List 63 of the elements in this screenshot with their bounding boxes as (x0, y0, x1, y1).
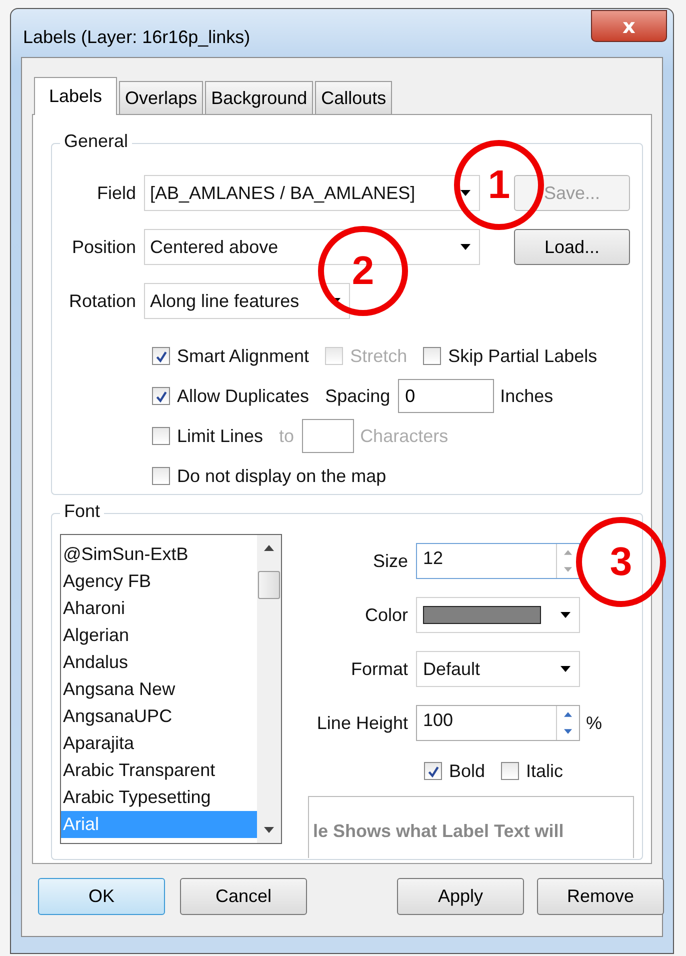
italic-checkbox[interactable]: Italic (501, 760, 564, 782)
caret-icon (560, 666, 571, 672)
tab[interactable]: Overlaps (119, 81, 204, 114)
position-label: Position (70, 236, 137, 258)
checkbox[interactable]: Smart Alignment (152, 346, 310, 366)
annotation-circle: 1 (454, 140, 544, 230)
scrollbar-thumb[interactable] (258, 571, 280, 599)
font-list-item[interactable]: Aparajita (61, 730, 257, 757)
format-label: Format (350, 658, 409, 680)
font-list[interactable]: @SimSun-ExtB Agency FB Aharoni Algerian Andalus Angsana New AngsanaUPC Aparajita Arabic Transparent Arabic Typesetting Arial (60, 534, 282, 844)
down-arrow-icon[interactable] (564, 729, 572, 734)
check-icon (154, 390, 168, 402)
load-button[interactable]: Load... (514, 229, 630, 265)
font-list-item[interactable]: Andalus (61, 649, 257, 676)
format-dropdown[interactable]: Default (416, 651, 580, 687)
line-height-field[interactable]: 100 (416, 705, 580, 741)
up-arrow-icon[interactable] (564, 712, 572, 717)
bold-checkbox[interactable]: Bold (424, 760, 486, 782)
check-icon (426, 764, 440, 778)
font-list-item[interactable]: AngsanaUPC (61, 703, 257, 730)
dialog-button[interactable]: Apply (397, 878, 524, 915)
preview-text: le Shows what Label Text will (308, 796, 634, 858)
font-list-item[interactable]: @SimSun-ExtB (61, 541, 257, 568)
annotation-circle: 3 (576, 517, 666, 607)
font-list-item[interactable]: Agency FB (61, 568, 257, 595)
tab[interactable]: Background (205, 81, 314, 114)
line-height-label: Line Height (316, 712, 409, 734)
rotation-label: Rotation (68, 290, 137, 312)
spacing-field[interactable]: 0 (398, 379, 494, 413)
check-icon (154, 350, 168, 362)
unit-label: % (586, 712, 602, 734)
tab[interactable]: Labels (34, 77, 118, 115)
color-label: Color (364, 604, 409, 626)
down-arrow-icon[interactable] (264, 827, 274, 833)
unit-label: Inches (500, 386, 554, 406)
color-dropdown[interactable] (416, 597, 580, 633)
scrollbar[interactable] (257, 535, 281, 843)
checkbox[interactable]: Limit Lines (152, 426, 264, 446)
unit-label: Characters (360, 426, 448, 446)
to-label: to (279, 426, 294, 446)
font-list-item[interactable]: Algerian (61, 622, 257, 649)
font-list-item[interactable]: Arabic Typesetting (61, 784, 257, 811)
limit-field[interactable] (302, 419, 354, 453)
close-button[interactable]: x (591, 10, 667, 42)
font-list-item[interactable]: Arabic Transparent (61, 757, 257, 784)
window-title: Labels (Layer: 16r16p_links) (23, 26, 250, 48)
font-list-item[interactable]: Aharoni (61, 595, 257, 622)
size-label: Size (372, 550, 409, 572)
dialog-button[interactable]: OK (38, 878, 165, 915)
caret-icon (460, 244, 471, 250)
dialog-button[interactable]: Remove (537, 878, 664, 915)
checkbox[interactable]: Allow Duplicates (152, 386, 310, 406)
caret-icon (560, 612, 571, 618)
field-label: Field (96, 182, 137, 204)
spacing-label: Spacing (325, 386, 390, 406)
dialog-button[interactable]: Cancel (180, 878, 307, 915)
up-arrow-icon[interactable] (264, 545, 274, 551)
checkbox[interactable]: Do not display on the map (152, 466, 386, 486)
checkbox[interactable]: Skip Partial Labels (423, 346, 598, 366)
font-list-item[interactable]: Angsana New (61, 676, 257, 703)
caret-icon (460, 190, 471, 196)
tab[interactable]: Callouts (315, 81, 392, 114)
field-dropdown[interactable]: [AB_AMLANES / BA_AMLANES] (144, 175, 480, 211)
